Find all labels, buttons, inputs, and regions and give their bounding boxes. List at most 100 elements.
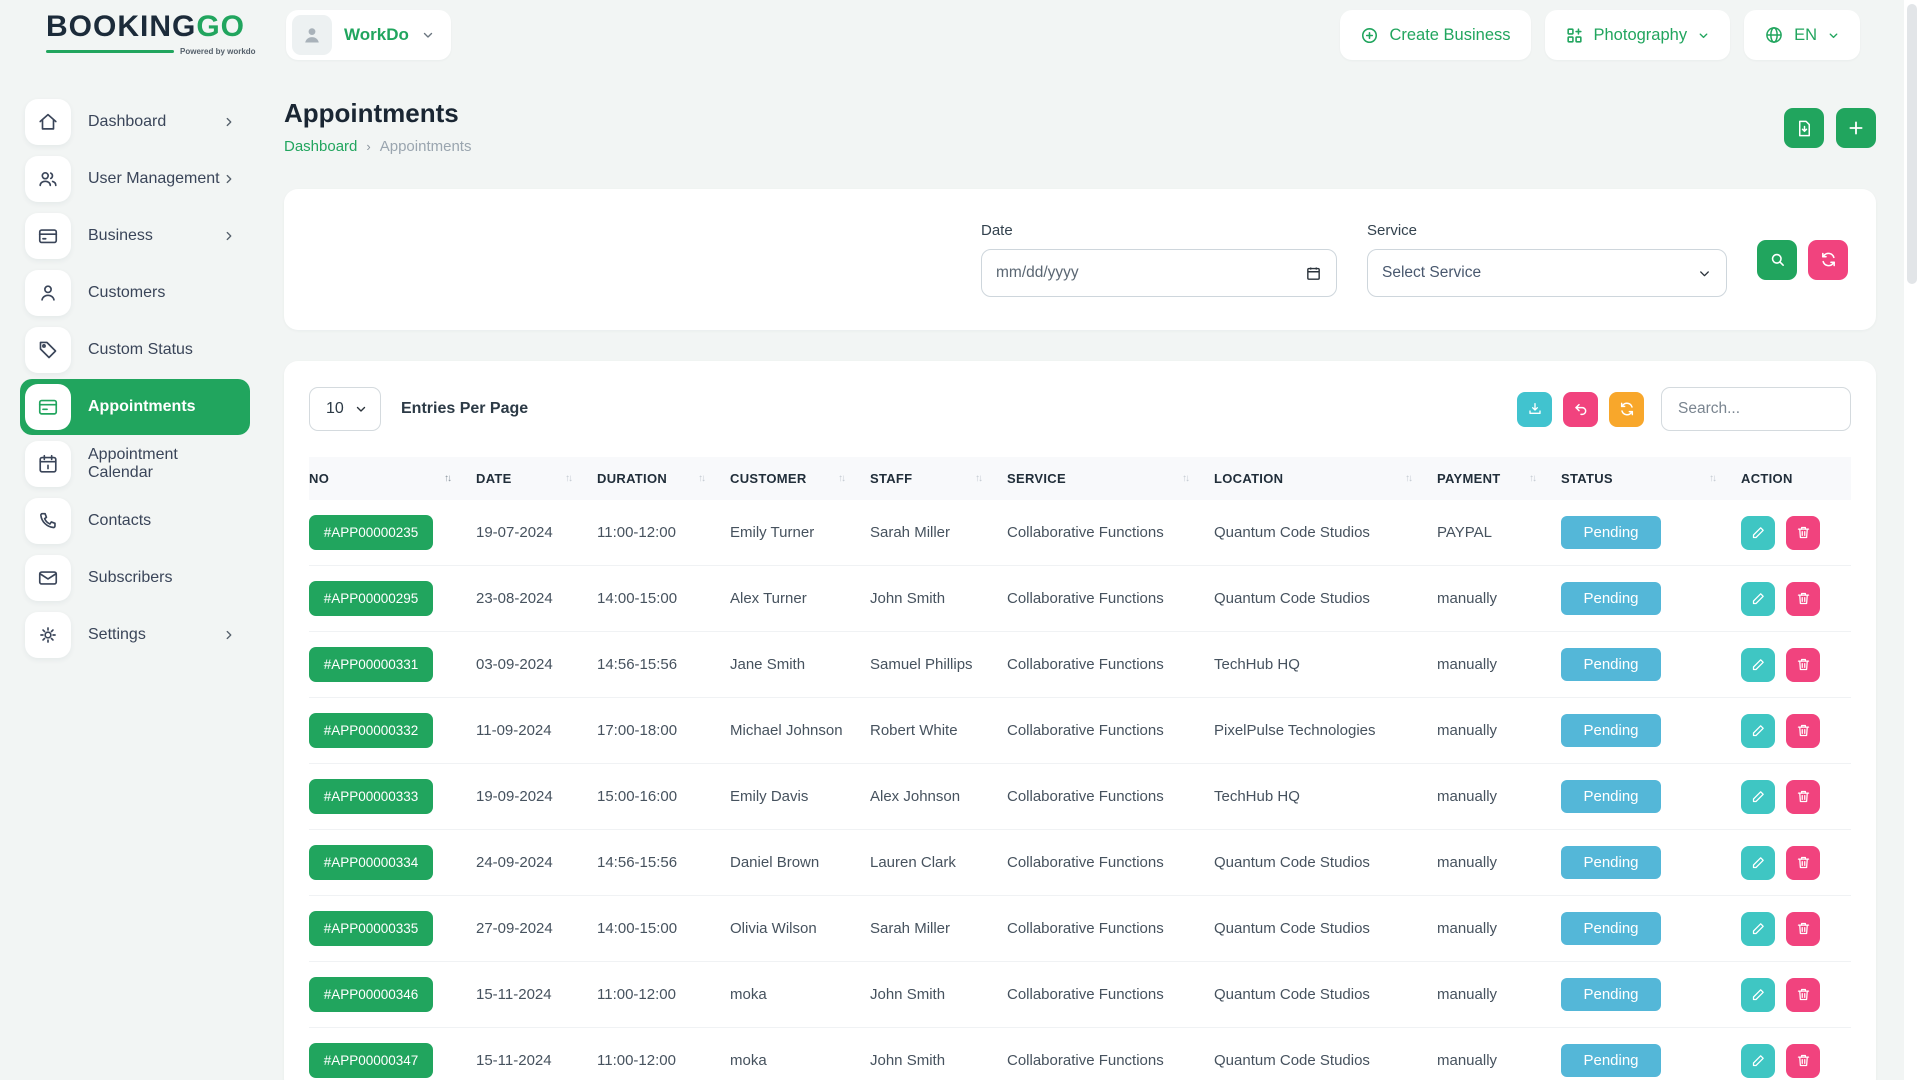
edit-appointment-button[interactable] — [1741, 912, 1775, 946]
breadcrumb-separator: › — [366, 139, 370, 154]
delete-appointment-button[interactable] — [1786, 714, 1820, 748]
delete-appointment-button[interactable] — [1786, 846, 1820, 880]
scrollbar[interactable] — [1904, 0, 1920, 1080]
table-search-input[interactable] — [1661, 387, 1851, 431]
status-badge[interactable]: Pending — [1561, 846, 1661, 879]
sidebar-item-customers[interactable]: Customers — [20, 265, 250, 321]
cell-payment: manually — [1437, 566, 1561, 632]
gear-icon — [25, 612, 71, 658]
edit-appointment-button[interactable] — [1741, 648, 1775, 682]
sidebar-item-contacts[interactable]: Contacts — [20, 493, 250, 549]
status-badge[interactable]: Pending — [1561, 1044, 1661, 1077]
cell-date: 27-09-2024 — [476, 896, 597, 962]
delete-appointment-button[interactable] — [1786, 780, 1820, 814]
sidebar-item-appointments[interactable]: Appointments — [20, 379, 250, 435]
edit-appointment-button[interactable] — [1741, 516, 1775, 550]
sidebar-item-custom-status[interactable]: Custom Status — [20, 322, 250, 378]
sidebar-item-label: Custom Status — [88, 341, 193, 359]
appointment-no-badge[interactable]: #APP00000333 — [309, 779, 433, 814]
table-row: #APP00000295 23-08-2024 14:00-15:00 Alex… — [309, 566, 1851, 632]
appointment-no-badge[interactable]: #APP00000347 — [309, 1043, 433, 1078]
delete-appointment-button[interactable] — [1786, 912, 1820, 946]
status-badge[interactable]: Pending — [1561, 582, 1661, 615]
workspace-switcher[interactable]: WorkDo — [286, 10, 451, 60]
sort-icon[interactable]: ↑↓ — [565, 473, 571, 484]
appointment-no-badge[interactable]: #APP00000334 — [309, 845, 433, 880]
language-dropdown[interactable]: EN — [1744, 10, 1860, 60]
sort-icon[interactable]: ↑↓ — [1182, 473, 1188, 484]
delete-appointment-button[interactable] — [1786, 648, 1820, 682]
appointment-no-badge[interactable]: #APP00000335 — [309, 911, 433, 946]
sidebar-item-dashboard[interactable]: Dashboard — [20, 94, 250, 150]
appointment-no-badge[interactable]: #APP00000332 — [309, 713, 433, 748]
sort-icon[interactable]: ↑↓ — [975, 473, 981, 484]
sort-icon[interactable]: ↑↓ — [1405, 473, 1411, 484]
pencil-icon — [1751, 789, 1766, 804]
cell-duration: 14:00-15:00 — [597, 566, 730, 632]
delete-appointment-button[interactable] — [1786, 978, 1820, 1012]
filter-card: Date Service Select Service — [284, 189, 1876, 330]
sidebar-item-user-management[interactable]: User Management — [20, 151, 250, 207]
status-badge[interactable]: Pending — [1561, 648, 1661, 681]
delete-appointment-button[interactable] — [1786, 1044, 1820, 1078]
add-appointment-button[interactable] — [1836, 108, 1876, 148]
sort-icon[interactable]: ↑↓ — [838, 473, 844, 484]
entries-per-page-select[interactable]: 10 — [309, 387, 381, 431]
appointment-no-badge[interactable]: #APP00000235 — [309, 515, 433, 550]
column-header-service[interactable]: ↑↓SERVICE — [1007, 457, 1214, 500]
table-controls-right — [1517, 387, 1851, 431]
appointment-no-badge[interactable]: #APP00000295 — [309, 581, 433, 616]
column-header-location[interactable]: ↑↓LOCATION — [1214, 457, 1437, 500]
create-business-button[interactable]: Create Business — [1340, 10, 1530, 60]
sort-icon[interactable]: ↑↓ — [444, 473, 450, 484]
column-header-date[interactable]: ↑↓DATE — [476, 457, 597, 500]
column-header-customer[interactable]: ↑↓CUSTOMER — [730, 457, 870, 500]
appointment-no-badge[interactable]: #APP00000331 — [309, 647, 433, 682]
sidebar-item-subscribers[interactable]: Subscribers — [20, 550, 250, 606]
filter-search-button[interactable] — [1757, 240, 1797, 280]
filter-reset-button[interactable] — [1808, 240, 1848, 280]
column-header-status[interactable]: ↑↓STATUS — [1561, 457, 1741, 500]
column-header-staff[interactable]: ↑↓STAFF — [870, 457, 1007, 500]
person-icon — [300, 23, 324, 47]
appointments-icon — [25, 384, 71, 430]
date-input[interactable] — [996, 264, 1305, 282]
sidebar-item-settings[interactable]: Settings — [20, 607, 250, 663]
table-refresh-button[interactable] — [1609, 392, 1644, 427]
column-header-no[interactable]: ↑↓NO — [309, 457, 476, 500]
edit-appointment-button[interactable] — [1741, 582, 1775, 616]
status-badge[interactable]: Pending — [1561, 912, 1661, 945]
status-badge[interactable]: Pending — [1561, 780, 1661, 813]
scrollbar-thumb[interactable] — [1907, 4, 1917, 284]
app-logo[interactable]: BOOKINGGO Powered by workdo — [46, 12, 261, 56]
column-header-duration[interactable]: ↑↓DURATION — [597, 457, 730, 500]
sidebar-item-business[interactable]: Business — [20, 208, 250, 264]
edit-appointment-button[interactable] — [1741, 714, 1775, 748]
status-badge[interactable]: Pending — [1561, 978, 1661, 1011]
credit-card-icon — [25, 213, 71, 259]
table-undo-button[interactable] — [1563, 392, 1598, 427]
status-badge[interactable]: Pending — [1561, 516, 1661, 549]
delete-appointment-button[interactable] — [1786, 582, 1820, 616]
column-header-payment[interactable]: ↑↓PAYMENT — [1437, 457, 1561, 500]
edit-appointment-button[interactable] — [1741, 1044, 1775, 1078]
sort-icon[interactable]: ↑↓ — [698, 473, 704, 484]
chevron-down-icon — [1697, 266, 1712, 281]
edit-appointment-button[interactable] — [1741, 780, 1775, 814]
export-file-button[interactable] — [1784, 108, 1824, 148]
business-type-dropdown[interactable]: Photography — [1545, 10, 1731, 60]
sort-icon[interactable]: ↑↓ — [1709, 473, 1715, 484]
table-download-button[interactable] — [1517, 392, 1552, 427]
breadcrumb-dashboard-link[interactable]: Dashboard — [284, 138, 357, 155]
status-badge[interactable]: Pending — [1561, 714, 1661, 747]
calendar-small-icon[interactable] — [1305, 265, 1322, 282]
edit-appointment-button[interactable] — [1741, 978, 1775, 1012]
service-select[interactable]: Select Service — [1367, 249, 1727, 297]
edit-appointment-button[interactable] — [1741, 846, 1775, 880]
cell-staff: Robert White — [870, 698, 1007, 764]
sort-icon[interactable]: ↑↓ — [1529, 473, 1535, 484]
cell-date: 24-09-2024 — [476, 830, 597, 896]
sidebar-item-appointment-calendar[interactable]: Appointment Calendar — [20, 436, 250, 492]
delete-appointment-button[interactable] — [1786, 516, 1820, 550]
appointment-no-badge[interactable]: #APP00000346 — [309, 977, 433, 1012]
